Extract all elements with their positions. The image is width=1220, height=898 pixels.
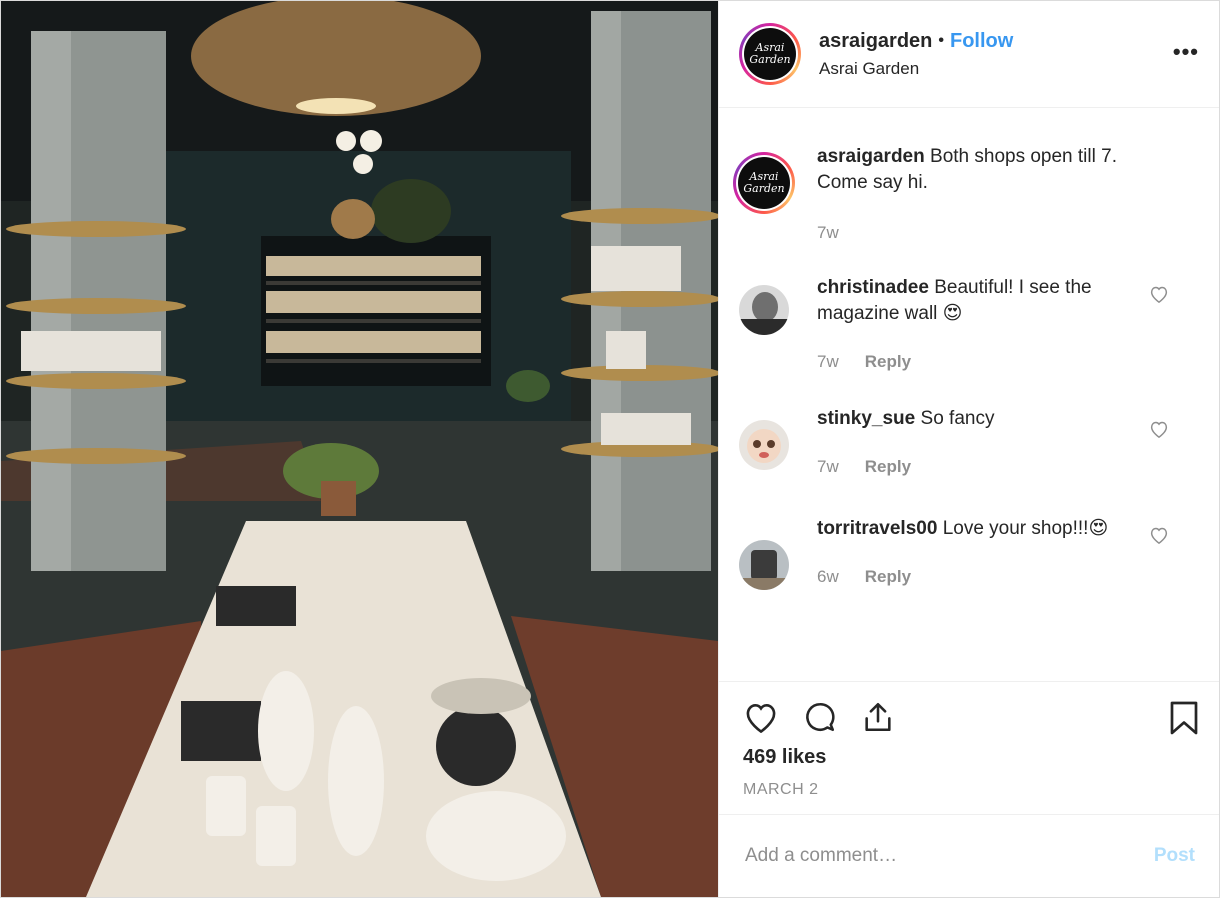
comment-time[interactable]: 7w (817, 454, 839, 480)
reply-button[interactable]: Reply (865, 564, 911, 590)
header-row: asraigarden • Follow (819, 30, 1013, 53)
post-date[interactable]: MARCH 2 (743, 781, 1199, 799)
comment-username[interactable]: torritravels00 (817, 518, 937, 539)
comment-text: Love your shop!!!😍 (942, 518, 1109, 539)
comment-username[interactable]: christinadee (817, 277, 929, 298)
comment-text-line: stinky_sue So fancy (817, 406, 1137, 432)
post-photo[interactable] (1, 1, 718, 897)
share-icon[interactable] (861, 700, 895, 734)
comment-text: So fancy (920, 408, 995, 429)
author-username[interactable]: asraigarden (819, 30, 932, 53)
caption-body: asraigarden Both shops open till 7. Come… (817, 144, 1137, 246)
comment-time[interactable]: 7w (817, 349, 839, 375)
comment-meta: 7w Reply (817, 349, 1137, 375)
caption-avatar[interactable]: Asrai Garden (733, 152, 795, 214)
header-separator: • (938, 32, 944, 49)
avatar-logo: Asrai Garden (744, 28, 796, 80)
comment-item: torritravels00 Love your shop!!!😍 6w Rep… (739, 516, 1201, 590)
author-avatar[interactable]: Asrai Garden (739, 23, 801, 85)
comment-text-line: christinadee Beautiful! I see the magazi… (817, 275, 1137, 327)
commenter-avatar[interactable] (739, 420, 789, 470)
avatar-logo-text: Asrai Garden (749, 41, 791, 66)
add-comment-bar: Post (719, 814, 1219, 897)
comment-username[interactable]: stinky_sue (817, 408, 915, 429)
comment-item: stinky_sue So fancy 7w Reply (739, 406, 1201, 480)
follow-button[interactable]: Follow (950, 30, 1013, 53)
caption: Asrai Garden asraigarden Both shops open… (733, 144, 1201, 246)
comment-icon[interactable] (803, 700, 837, 734)
comment-meta: 7w Reply (817, 454, 1137, 480)
like-comment-heart-icon[interactable] (1149, 526, 1169, 549)
comment-item: christinadee Beautiful! I see the magazi… (739, 275, 1201, 375)
reply-button[interactable]: Reply (865, 454, 911, 480)
comment-body: torritravels00 Love your shop!!!😍 6w Rep… (817, 516, 1137, 590)
caption-text-line: asraigarden Both shops open till 7. Come… (817, 144, 1137, 196)
comments-scrollbar[interactable] (1211, 116, 1215, 676)
reply-button[interactable]: Reply (865, 349, 911, 375)
avatar-inner: Asrai Garden (736, 155, 792, 211)
commenter-avatar-image (739, 420, 789, 470)
comments-list[interactable]: Asrai Garden asraigarden Both shops open… (719, 108, 1219, 681)
like-count[interactable]: 469 likes (743, 746, 1199, 769)
commenter-avatar[interactable] (739, 285, 789, 335)
post-header: Asrai Garden asraigarden • Follow Asrai … (719, 1, 1219, 108)
action-icons (743, 700, 1199, 734)
like-comment-heart-icon[interactable] (1149, 420, 1169, 443)
post-side-panel: Asrai Garden asraigarden • Follow Asrai … (718, 1, 1219, 897)
post-actions: 469 likes MARCH 2 (719, 681, 1219, 814)
comment-time[interactable]: 6w (817, 564, 839, 590)
caption-time[interactable]: 7w (817, 220, 839, 246)
avatar-logo: Asrai Garden (738, 157, 790, 209)
caption-username[interactable]: asraigarden (817, 146, 925, 167)
avatar-logo-text: Asrai Garden (743, 170, 785, 195)
post-photo-illustration (1, 1, 718, 897)
commenter-avatar-image (739, 540, 789, 590)
header-text: asraigarden • Follow Asrai Garden (819, 30, 1013, 79)
instagram-post: Asrai Garden asraigarden • Follow Asrai … (0, 0, 1220, 898)
bookmark-icon[interactable] (1169, 700, 1199, 741)
add-comment-input[interactable] (743, 844, 1154, 868)
commenter-avatar[interactable] (739, 540, 789, 590)
comment-body: stinky_sue So fancy 7w Reply (817, 406, 1137, 480)
like-comment-heart-icon[interactable] (1149, 285, 1169, 308)
comment-body: christinadee Beautiful! I see the magazi… (817, 275, 1137, 375)
post-location[interactable]: Asrai Garden (819, 59, 1013, 79)
avatar-inner: Asrai Garden (742, 26, 798, 82)
comment-text-line: torritravels00 Love your shop!!!😍 (817, 516, 1137, 542)
heart-icon[interactable] (743, 701, 779, 733)
comment-meta: 6w Reply (817, 564, 1137, 590)
post-comment-button[interactable]: Post (1154, 845, 1195, 867)
more-options-icon[interactable]: ••• (1173, 41, 1199, 63)
caption-meta: 7w (817, 220, 1137, 246)
commenter-avatar-image (739, 285, 789, 335)
